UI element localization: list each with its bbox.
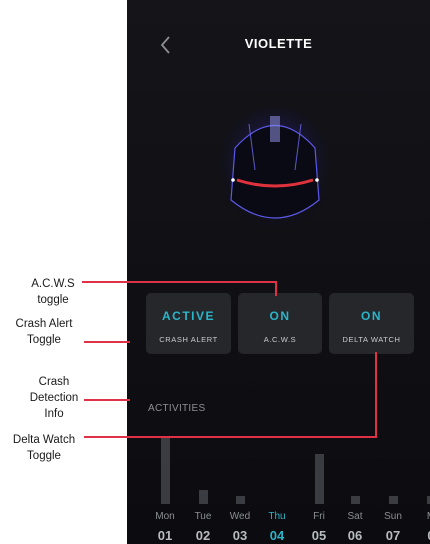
- day-label-sun[interactable]: Sun: [373, 511, 413, 522]
- acws-toggle[interactable]: ON A.C.W.S: [238, 293, 322, 354]
- delta-watch-status: ON: [361, 309, 382, 323]
- day-label-wed[interactable]: Wed: [220, 511, 260, 522]
- annotation-acws-toggle: A.C.W.S toggle: [31, 278, 75, 306]
- activity-bar-fri: [314, 454, 324, 504]
- day-label-fri[interactable]: Fri: [299, 511, 339, 522]
- activity-bar-mon: [160, 437, 170, 504]
- date-label-01[interactable]: 01: [145, 528, 185, 543]
- crash-alert-status: ACTIVE: [161, 309, 215, 323]
- delta-watch-label: DELTA WATCH: [342, 335, 401, 344]
- date-label-02[interactable]: 02: [183, 528, 223, 543]
- date-label-0[interactable]: 0: [411, 528, 430, 543]
- day-label-sat[interactable]: Sat: [335, 511, 375, 522]
- day-label-m[interactable]: M: [411, 511, 430, 522]
- activity-bar-sun: [388, 496, 398, 504]
- activity-bar-wed: [235, 496, 245, 504]
- day-label-mon[interactable]: Mon: [145, 511, 185, 522]
- annotation-crash-alert-toggle: Crash Alert Toggle: [15, 318, 73, 346]
- crash-alert-toggle[interactable]: ACTIVE CRASH ALERT: [146, 293, 231, 354]
- delta-watch-toggle[interactable]: ON DELTA WATCH: [329, 293, 414, 354]
- page-title: VIOLETTE: [244, 36, 313, 51]
- date-label-04[interactable]: 04: [257, 528, 297, 543]
- activities-heading: ACTIVITIES: [148, 403, 206, 414]
- helmet-image: [217, 108, 333, 234]
- phone-screen: VIOLETTE ACTIVE CRASH ALERT ON A.C.W.S O…: [127, 0, 430, 544]
- activity-bar-m: [426, 496, 430, 504]
- date-label-06[interactable]: 06: [335, 528, 375, 543]
- crash-alert-label: CRASH ALERT: [159, 335, 218, 344]
- annotation-delta-watch-toggle: Delta Watch Toggle: [12, 434, 76, 462]
- date-label-07[interactable]: 07: [373, 528, 413, 543]
- day-label-tue[interactable]: Tue: [183, 511, 223, 522]
- acws-status: ON: [269, 309, 291, 323]
- date-label-05[interactable]: 05: [299, 528, 339, 543]
- activity-bar-sat: [350, 496, 360, 504]
- date-label-03[interactable]: 03: [220, 528, 260, 543]
- day-label-thu[interactable]: Thu: [257, 511, 297, 522]
- activity-bar-tue: [198, 490, 208, 504]
- acws-label: A.C.W.S: [263, 335, 297, 344]
- annotation-crash-detection-info: Crash Detection Info: [29, 376, 79, 420]
